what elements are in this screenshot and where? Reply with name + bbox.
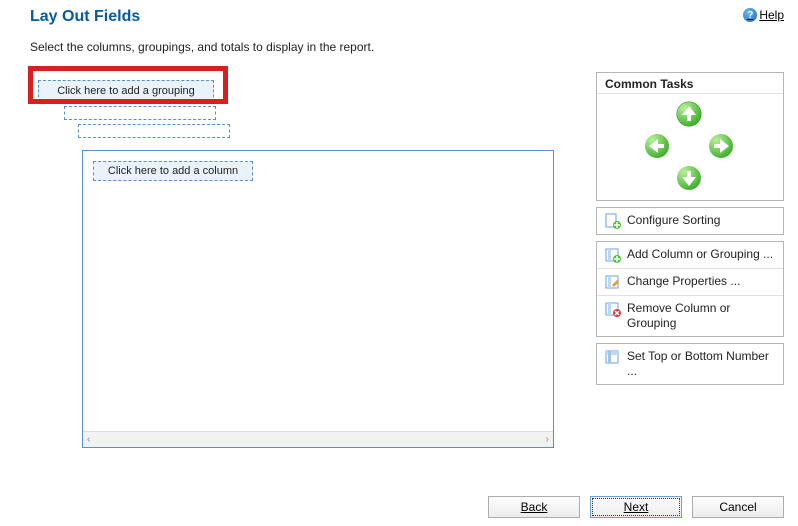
back-button[interactable]: Back [488, 496, 580, 518]
remove-column-icon [605, 301, 621, 317]
add-column-button[interactable]: Click here to add a column [93, 161, 253, 181]
task-configure-sorting[interactable]: Configure Sorting [597, 208, 783, 234]
help-icon: ? [743, 8, 757, 22]
instruction-text: Select the columns, groupings, and total… [0, 26, 798, 72]
add-column-icon [605, 247, 621, 263]
layout-canvas: Click here to add a grouping Click here … [34, 72, 572, 448]
help-link[interactable]: ? Help [743, 8, 784, 22]
report-canvas[interactable]: Click here to add a column ‹ › [82, 150, 554, 448]
task-add-column-grouping[interactable]: Add Column or Grouping ... [597, 242, 783, 268]
sort-icon [605, 213, 621, 229]
task-label: Add Column or Grouping ... [627, 247, 775, 262]
task-label: Remove Column or Grouping [627, 301, 775, 331]
task-label: Set Top or Bottom Number ... [627, 349, 775, 379]
next-button[interactable]: Next [590, 496, 682, 518]
task-change-properties[interactable]: Change Properties ... [597, 268, 783, 295]
add-grouping-button[interactable]: Click here to add a grouping [38, 80, 214, 102]
scroll-left-icon[interactable]: ‹ [87, 434, 90, 445]
arrow-right-icon[interactable] [707, 132, 735, 160]
task-remove-column-grouping[interactable]: Remove Column or Grouping [597, 295, 783, 336]
topn-icon [605, 349, 621, 365]
wizard-footer: Back Next Cancel [488, 496, 784, 518]
task-label: Change Properties ... [627, 274, 775, 289]
arrow-down-icon[interactable] [675, 164, 703, 192]
help-label: Help [759, 8, 784, 22]
cancel-button[interactable]: Cancel [692, 496, 784, 518]
task-label: Configure Sorting [627, 213, 775, 228]
arrow-up-icon[interactable] [675, 100, 703, 128]
grouping-placeholder[interactable] [64, 106, 216, 120]
grouping-placeholder[interactable] [78, 124, 230, 138]
common-tasks-header: Common Tasks [597, 73, 783, 94]
properties-icon [605, 274, 621, 290]
scroll-right-icon[interactable]: › [546, 434, 549, 445]
arrow-left-icon[interactable] [643, 132, 671, 160]
task-set-top-bottom[interactable]: Set Top or Bottom Number ... [597, 344, 783, 384]
horizontal-scrollbar[interactable]: ‹ › [83, 431, 553, 447]
page-title: Lay Out Fields [30, 8, 140, 26]
common-tasks-panel: Common Tasks Co [596, 72, 784, 448]
